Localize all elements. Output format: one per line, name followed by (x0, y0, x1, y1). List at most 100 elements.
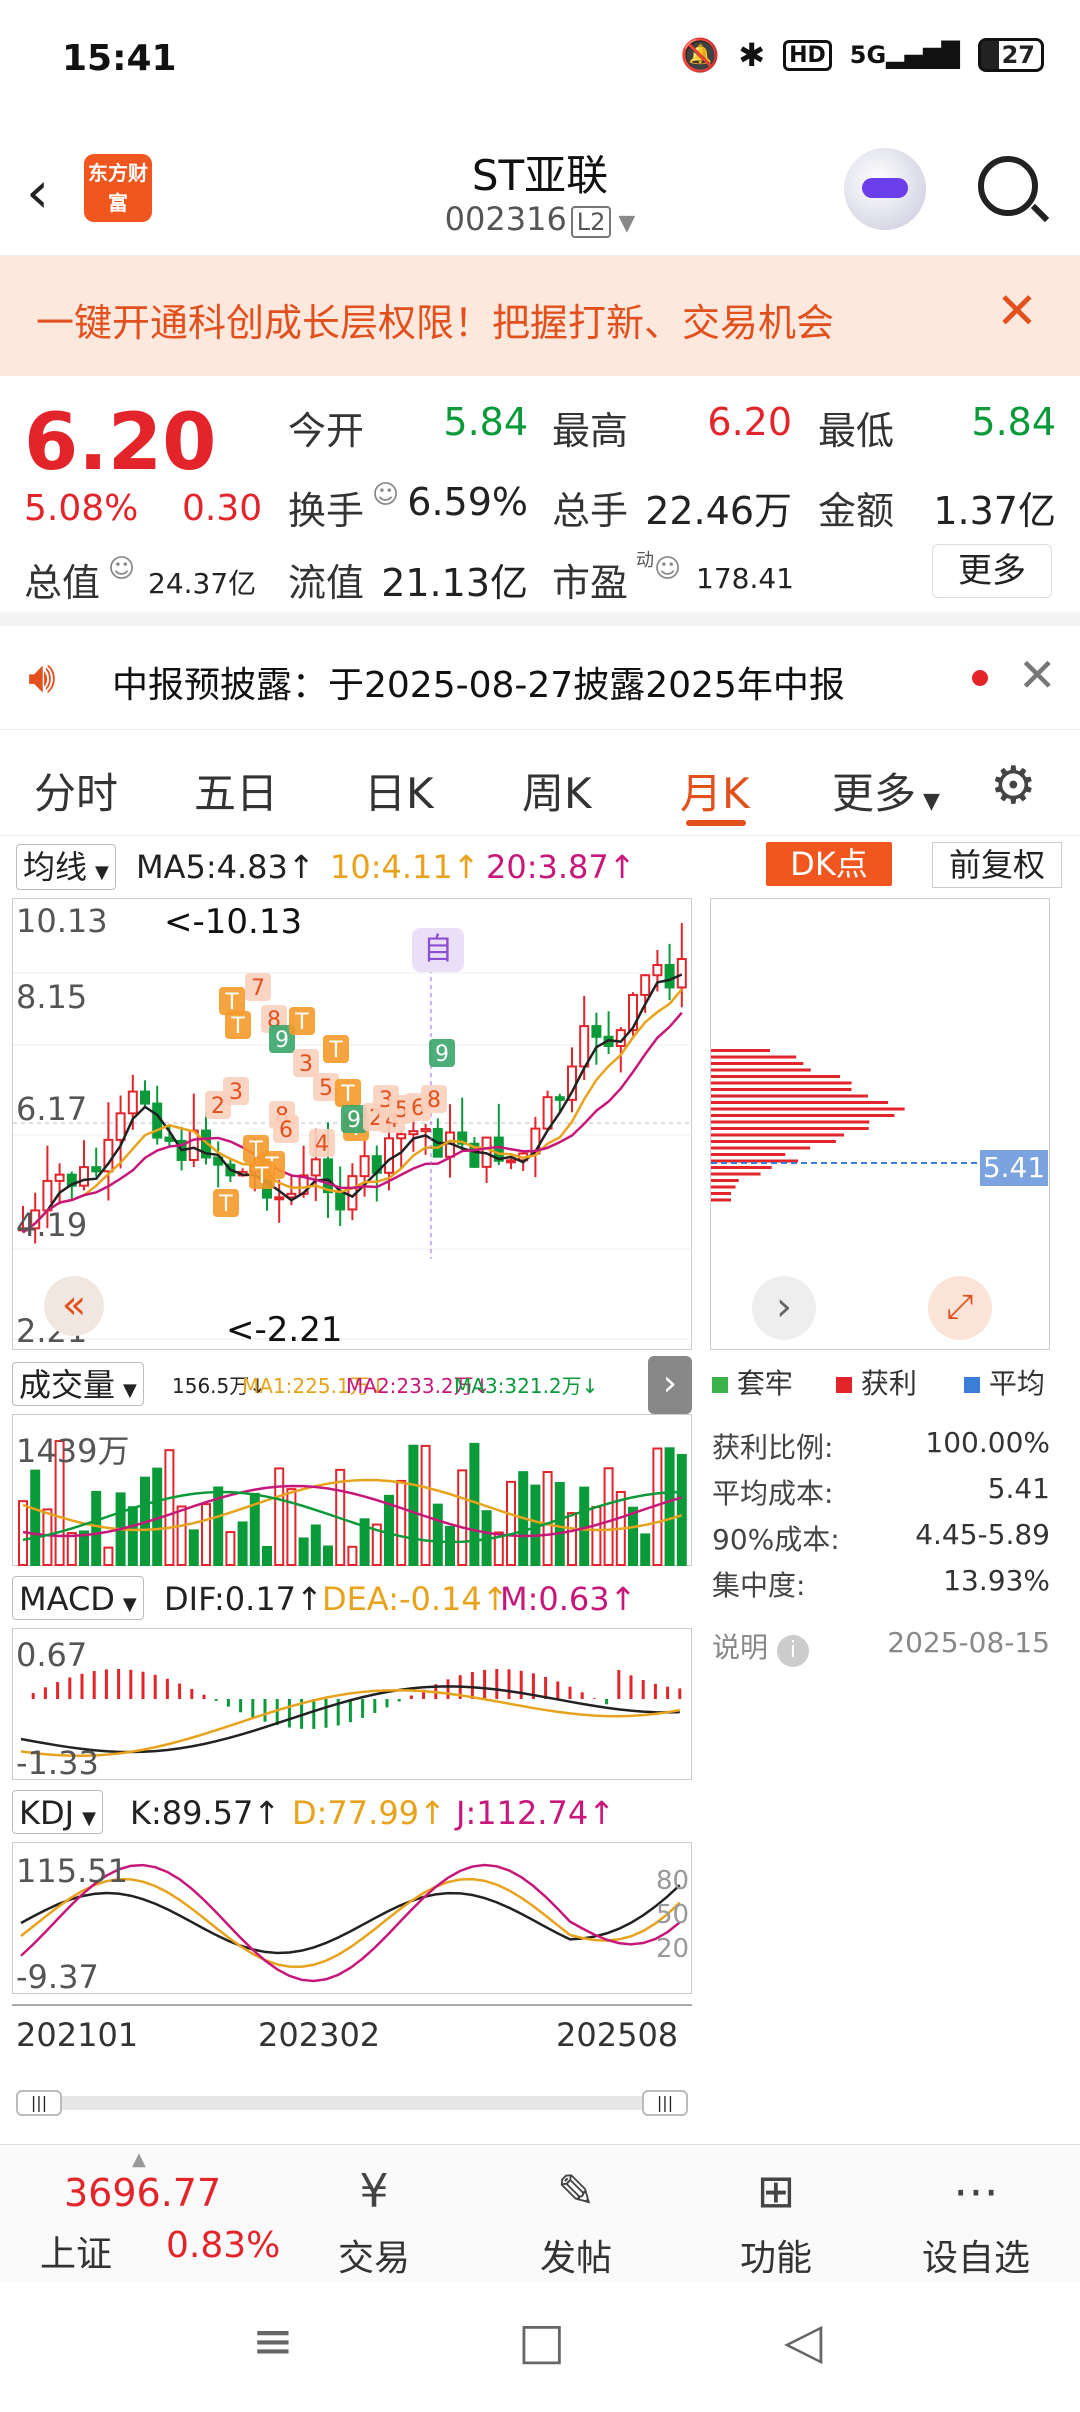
candle-body (164, 1136, 175, 1142)
kdj-select-label: KDJ (19, 1794, 75, 1832)
macd-chart[interactable] (12, 1628, 692, 1780)
high-label: 最高 (552, 409, 629, 453)
tab-more-label: 更多 (832, 769, 917, 818)
signal-tag-label: 6 (279, 1118, 293, 1143)
trade-button[interactable]: ¥ 交易 (274, 2145, 474, 2283)
function-button[interactable]: ⊞ 功能 (676, 2145, 876, 2283)
volume-bar (628, 1506, 638, 1566)
x-axis (12, 1996, 692, 2006)
mute-icon: 🔕 (680, 36, 721, 74)
volume-bar (66, 1532, 77, 1566)
slider-handle-left[interactable]: ||| (16, 2090, 62, 2116)
close-icon[interactable]: ✕ (1018, 648, 1057, 702)
kdj-d-label: D:77.99 (292, 1794, 420, 1832)
kdj-top-label: 115.51 (16, 1852, 128, 1890)
kdj-select[interactable]: KDJ ▼ (12, 1790, 103, 1834)
volume-bar (591, 1506, 602, 1566)
macd-select[interactable]: MACD ▼ (12, 1576, 144, 1620)
signal-icon: 5G▂▄▆█ (849, 41, 960, 69)
info-icon[interactable]: ☺ (108, 554, 135, 584)
volume-bar (432, 1503, 443, 1566)
hd-icon: HD (783, 39, 832, 71)
unread-dot (972, 670, 988, 686)
chart-toolbar: 均线 ▼ MA5:4.83↑ 10:4.11↑ 20:3.87↑ DK点 前复权 (0, 836, 1080, 896)
tab-monthly-k[interactable]: 月K (680, 760, 750, 821)
signal-tag-label: 8 (427, 1088, 441, 1113)
more-button[interactable]: 更多 (932, 544, 1052, 598)
battery-icon: 27 (978, 38, 1044, 72)
search-icon[interactable] (978, 156, 1038, 216)
x-label: 202101 (16, 2016, 139, 2054)
chip-bar (711, 1120, 870, 1124)
chevron-right-icon[interactable]: › (752, 1276, 816, 1340)
assistant-avatar[interactable] (844, 148, 926, 230)
self-marker[interactable]: 自 (412, 928, 464, 972)
info-icon[interactable]: ☺ (372, 480, 399, 510)
dk-button[interactable]: DK点 (766, 842, 892, 886)
candlestick-chart[interactable]: TT789T35T238T4TT6TTT92435689 (12, 898, 693, 1350)
tab-indicator (686, 820, 746, 826)
candle-body (127, 1090, 138, 1115)
chip-distribution[interactable] (710, 898, 1051, 1350)
battery-level: 27 (1001, 41, 1035, 69)
index-widget[interactable]: ▲ 3696.77 上证 0.83% (40, 2145, 280, 2283)
back-nav-icon[interactable]: ◁ (784, 2312, 822, 2370)
volume-bar (42, 1508, 53, 1566)
notice-bar[interactable]: 🔊︎ 中报预披露：于2025-08-27披露2025年中报 ✕ (0, 626, 1080, 730)
info-icon: i (776, 1635, 809, 1667)
tab-daily-k[interactable]: 日K (364, 760, 434, 821)
candle-body (310, 1158, 321, 1177)
settings-icon[interactable]: ⚙ (990, 756, 1037, 816)
post-button[interactable]: ✎ 发帖 (476, 2145, 676, 2283)
ma-select[interactable]: 均线 ▼ (16, 844, 116, 890)
ma10-value: 10:4.11↑ (330, 848, 480, 886)
robot-eye-icon (862, 178, 908, 198)
volume-bar (603, 1467, 614, 1566)
tab-intraday[interactable]: 分时 (34, 760, 118, 821)
volume-bar (176, 1505, 187, 1566)
tab-weekly-k[interactable]: 周K (522, 760, 592, 821)
tab-five-day[interactable]: 五日 (194, 760, 278, 821)
volume-bar (347, 1545, 358, 1567)
adjust-button[interactable]: 前复权 (932, 842, 1062, 888)
stat-value: 5.41 (987, 1472, 1050, 1505)
ma20-value: 20:3.87↑ (486, 848, 636, 886)
chevron-right-icon[interactable]: › (648, 1356, 692, 1414)
close-icon[interactable]: ✕ (996, 282, 1038, 340)
expand-icon[interactable]: ⤢ (928, 1276, 992, 1340)
home-icon[interactable]: □ (518, 2312, 565, 2370)
open-value: 5.84 (443, 400, 528, 444)
turnover-label: 换手 (288, 489, 365, 533)
add-watchlist-button[interactable]: ⋯ 设自选 (876, 2145, 1076, 2283)
chip-bar (711, 1127, 869, 1130)
scroll-left-icon[interactable]: « (44, 1276, 104, 1336)
caret-down-icon: ▼ (82, 1808, 96, 1829)
caret-down-icon: ▼ (123, 1380, 137, 1401)
volume-bar (201, 1503, 211, 1566)
candle-body (335, 1191, 346, 1211)
volume-bar (457, 1469, 468, 1566)
range-slider[interactable] (16, 2096, 688, 2110)
vol-value-label: 156.5万 (172, 1374, 250, 1398)
tab-more[interactable]: 更多 ▼ (832, 760, 940, 821)
slider-handle-right[interactable]: ||| (642, 2090, 688, 2116)
chip-note[interactable]: 说明 i (712, 1626, 809, 1667)
float-label: 流值 (288, 561, 365, 605)
macd-top-label: 0.67 (16, 1636, 88, 1674)
chip-date: 2025-08-15 (887, 1626, 1050, 1659)
legend-trapped: 套牢 (712, 1362, 793, 1402)
candle-body (640, 974, 651, 996)
volume-select[interactable]: 成交量 ▼ (12, 1362, 144, 1406)
promo-banner[interactable]: 一键开通科创成长层权限！把握打新、交易机会 ✕ (0, 256, 1080, 376)
stat-label: 获利比例: (712, 1431, 834, 1464)
candle-body (384, 1137, 394, 1174)
candle-body (420, 1127, 431, 1133)
menu-icon[interactable]: ≡ (252, 2312, 294, 2370)
candle-body (506, 1159, 516, 1164)
signal-tag-label: 3 (229, 1080, 243, 1105)
more-dots-icon: ⋯ (953, 2164, 999, 2218)
current-price: 6.20 (24, 398, 217, 488)
low-value: 5.84 (971, 400, 1056, 444)
chip-bar (711, 1172, 761, 1176)
info-icon[interactable]: ☺ (654, 554, 681, 584)
